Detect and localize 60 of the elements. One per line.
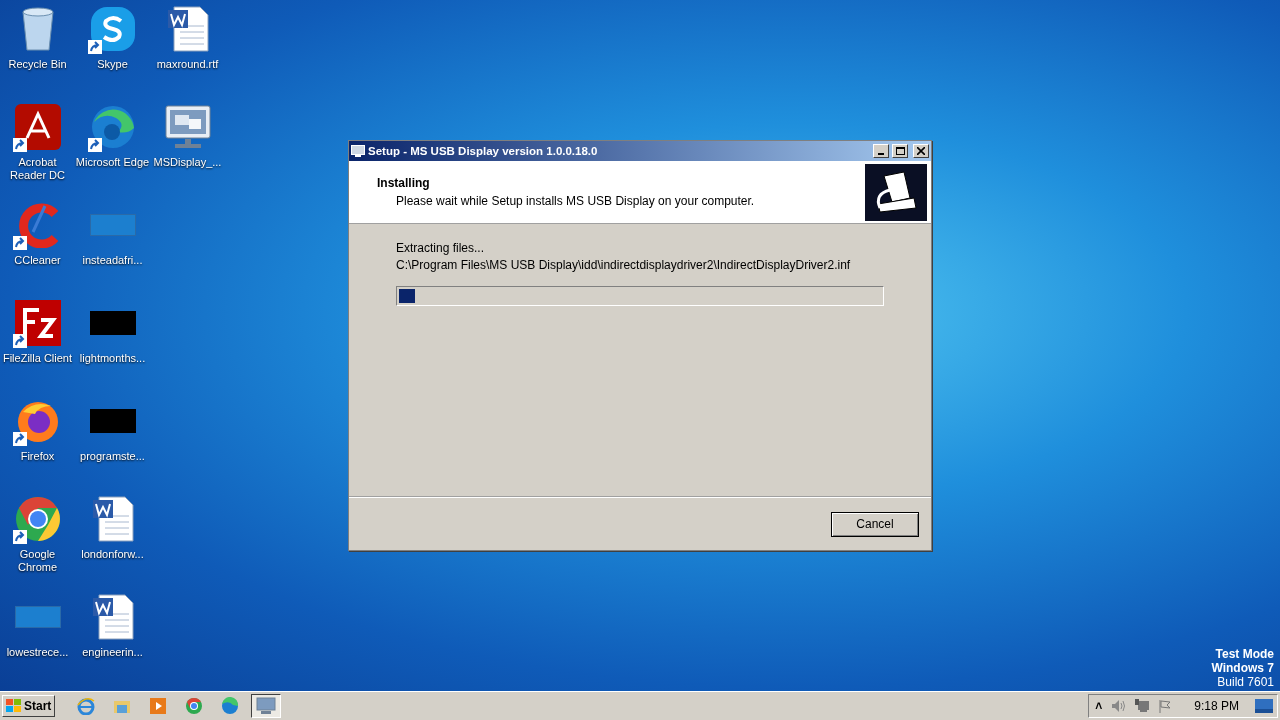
- chrome-icon: [185, 697, 204, 715]
- desktop-icon-label[interactable]: londonforw...: [75, 548, 150, 561]
- folder-icon: [113, 698, 132, 714]
- media-player-icon: [150, 698, 167, 714]
- file-thumbnail-icon: [89, 214, 136, 236]
- acrobat-icon: [14, 104, 61, 150]
- desktop-icon-label[interactable]: Recycle Bin: [0, 58, 75, 71]
- show-hidden-icons-button[interactable]: ˄: [1095, 699, 1103, 713]
- taskbar-app-button[interactable]: [251, 694, 282, 718]
- desktop-icon-label[interactable]: Google Chrome: [0, 548, 75, 574]
- desktop-icon-label[interactable]: MSDisplay_...: [150, 156, 225, 169]
- edge-icon: [221, 697, 240, 715]
- desktop-icon-label[interactable]: insteadafri...: [75, 254, 150, 267]
- desktop-icon-label[interactable]: FileZilla Client: [0, 352, 75, 365]
- start-button[interactable]: Start: [2, 695, 56, 717]
- desktop-icon-label[interactable]: Microsoft Edge: [75, 156, 150, 169]
- desktop-icon-label[interactable]: lightmonths...: [75, 352, 150, 365]
- show-desktop-icon[interactable]: [1255, 699, 1273, 713]
- desktop-icon-label[interactable]: engineerin...: [75, 646, 150, 659]
- file-thumbnail-icon: [14, 606, 61, 628]
- window-title: Setup - MS USB Display version 1.0.0.18.0: [368, 145, 599, 157]
- cancel-button[interactable]: Cancel: [831, 511, 919, 537]
- desktop-icon-label[interactable]: Skype: [75, 58, 150, 71]
- network-icon[interactable]: [1134, 699, 1151, 713]
- chrome-icon: [14, 496, 61, 542]
- close-icon: [917, 147, 925, 155]
- word-document-icon: [90, 594, 135, 640]
- desktop-icon-label[interactable]: Acrobat Reader DC: [0, 156, 75, 182]
- edge-icon: [89, 104, 136, 150]
- flag-icon[interactable]: [1158, 699, 1173, 713]
- monitor-icon: [164, 105, 211, 149]
- word-document-icon: [90, 496, 135, 542]
- status-text: Extracting files...: [396, 240, 486, 257]
- page-description: Please wait while Setup installs MS USB Display on your computer.: [395, 194, 755, 208]
- desktop-icon-label[interactable]: maxround.rtf: [150, 58, 225, 71]
- recycle-bin-icon: [19, 6, 56, 52]
- word-document-icon: [165, 6, 210, 52]
- filezilla-icon: [14, 300, 61, 346]
- desktop-icon-label[interactable]: programste...: [75, 450, 150, 463]
- file-path-text: C:\Program Files\MS USB Display\idd\indirectdisplaydriver2\IndirectDisplayDriver2.inf: [396, 257, 852, 274]
- setup-app-icon: [351, 145, 365, 157]
- maximize-button[interactable]: [892, 144, 908, 158]
- internet-explorer-icon: [77, 697, 96, 715]
- desktop-icon-label[interactable]: CCleaner: [0, 254, 75, 267]
- speaker-icon[interactable]: [1110, 699, 1127, 713]
- maximize-icon: [895, 147, 905, 155]
- skype-icon: [90, 7, 135, 51]
- test-mode-text: Test Mode: [1215, 647, 1274, 661]
- close-button[interactable]: [913, 144, 929, 158]
- monitor-icon: [256, 697, 277, 715]
- test-mode-text: Build 7601: [1217, 675, 1274, 689]
- minimize-button[interactable]: [873, 144, 889, 158]
- desktop-icon-label[interactable]: lowestrece...: [0, 646, 75, 659]
- file-thumbnail-icon: [89, 409, 136, 433]
- file-thumbnail-icon: [89, 311, 136, 335]
- clock-text[interactable]: 9:18 PM: [1194, 699, 1239, 713]
- test-mode-text: Windows 7: [1211, 661, 1274, 675]
- page-heading: Installing: [377, 176, 431, 190]
- desktop-icon-label[interactable]: Firefox: [0, 450, 75, 463]
- windows-logo-icon: [6, 699, 22, 713]
